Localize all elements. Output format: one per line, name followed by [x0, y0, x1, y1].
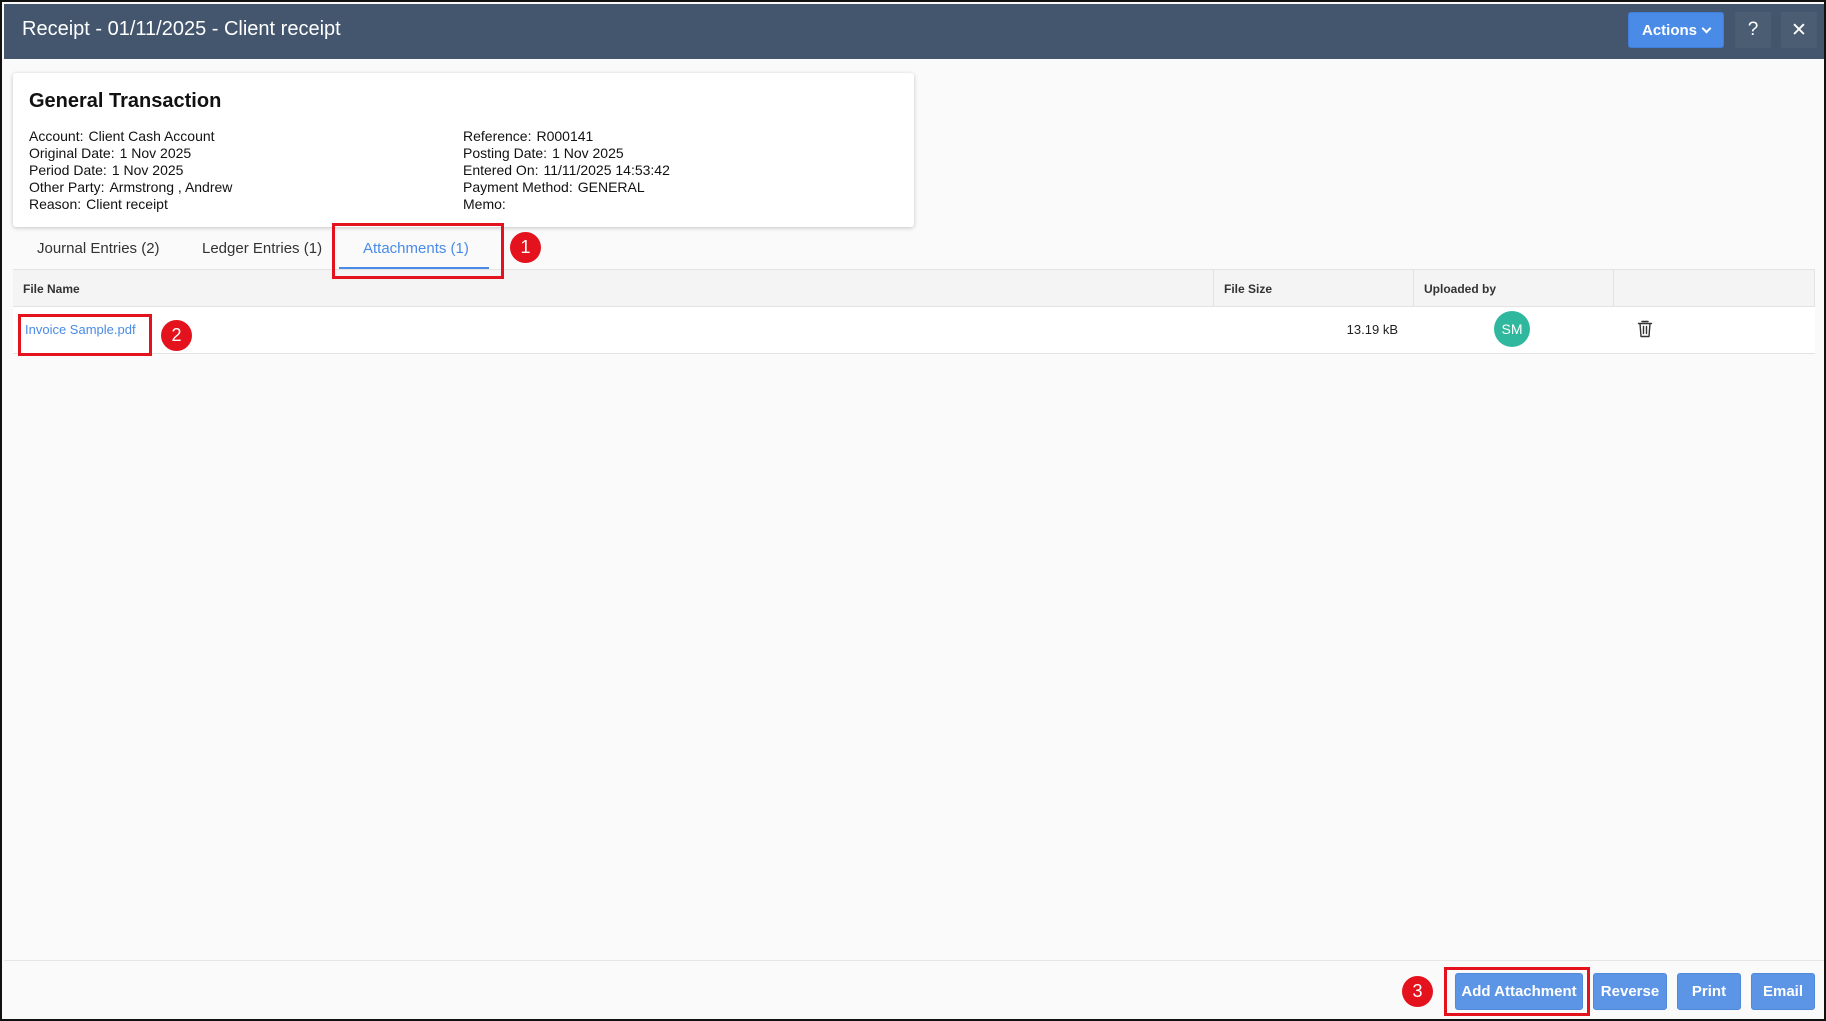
highlight-box-attachments-tab [332, 223, 504, 279]
detail-value: GENERAL [577, 179, 645, 195]
table-row: Invoice Sample.pdf 13.19 kB SM [13, 307, 1815, 354]
card-title: General Transaction [29, 90, 222, 112]
detail-value: 11/11/2025 14:53:42 [543, 162, 670, 178]
detail-label: Period Date: [29, 162, 107, 178]
detail-value: Armstrong , Andrew [109, 179, 233, 195]
transaction-summary-card: General Transaction Account: Client Cash … [13, 73, 914, 227]
detail-label: Reference: [463, 128, 532, 144]
actions-dropdown-button[interactable]: Actions [1628, 12, 1724, 48]
detail-original-date: Original Date: 1 Nov 2025 [29, 145, 232, 162]
detail-label: Memo: [463, 196, 506, 212]
column-header-file-size[interactable]: File Size [1214, 270, 1414, 308]
column-header-uploaded-by[interactable]: Uploaded by [1414, 270, 1614, 308]
print-button[interactable]: Print [1677, 973, 1741, 1010]
attachment-file-size: 13.19 kB [1346, 322, 1398, 337]
detail-label: Account: [29, 128, 84, 144]
detail-value: 1 Nov 2025 [119, 145, 192, 161]
detail-payment-method: Payment Method: GENERAL [463, 179, 670, 196]
detail-reference: Reference: R000141 [463, 128, 670, 145]
details-left-column: Account: Client Cash Account Original Dat… [29, 128, 232, 213]
email-button[interactable]: Email [1751, 973, 1815, 1010]
avatar-initials: SM [1501, 321, 1523, 337]
close-button[interactable]: ✕ [1781, 12, 1817, 48]
detail-value: 1 Nov 2025 [552, 145, 624, 161]
actions-label: Actions [1641, 21, 1697, 39]
detail-other-party: Other Party: Armstrong , Andrew [29, 179, 232, 196]
highlight-box-file-link [18, 314, 152, 356]
avatar: SM [1494, 311, 1530, 347]
tab-ledger-entries[interactable]: Ledger Entries (1) [202, 240, 322, 257]
callout-badge-3: 3 [1402, 976, 1433, 1007]
highlight-box-add-attachment [1444, 967, 1590, 1016]
dialog-frame: Receipt - 01/11/2025 - Client receipt Ac… [0, 0, 1826, 1021]
reverse-button[interactable]: Reverse [1593, 973, 1667, 1010]
detail-value: 1 Nov 2025 [111, 162, 184, 178]
column-header-file-name[interactable]: File Name [13, 270, 1214, 308]
footer-divider [4, 960, 1824, 961]
callout-badge-2: 2 [161, 320, 192, 351]
attachments-table: File Name File Size Uploaded by Invoice … [13, 269, 1815, 354]
detail-label: Original Date: [29, 145, 115, 161]
callout-badge-1: 1 [510, 232, 541, 263]
chevron-down-icon [1701, 23, 1712, 33]
title-bar: Receipt - 01/11/2025 - Client receipt Ac… [4, 4, 1824, 59]
details-right-column: Reference: R000141 Posting Date: 1 Nov 202… [463, 128, 670, 213]
detail-account: Account: Client Cash Account [29, 128, 232, 145]
column-header-actions [1614, 270, 1815, 308]
help-icon: ? [1747, 19, 1759, 40]
detail-value: Client Cash Account [88, 128, 215, 144]
dialog-title: Receipt - 01/11/2025 - Client receipt [22, 18, 341, 40]
detail-value: R000141 [536, 128, 594, 144]
help-button[interactable]: ? [1735, 12, 1771, 48]
detail-period-date: Period Date: 1 Nov 2025 [29, 162, 232, 179]
detail-entered-on: Entered On: 11/11/2025 14:53:42 [463, 162, 670, 179]
detail-label: Entered On: [463, 162, 539, 178]
detail-value: Client receipt [86, 196, 168, 212]
table-header: File Name File Size Uploaded by [13, 269, 1815, 308]
detail-memo: Memo: [463, 196, 670, 213]
trash-icon[interactable] [1637, 320, 1653, 338]
detail-label: Payment Method: [463, 179, 573, 195]
tab-journal-entries[interactable]: Journal Entries (2) [37, 240, 160, 257]
detail-reason: Reason: Client receipt [29, 196, 232, 213]
detail-label: Reason: [29, 196, 82, 212]
detail-label: Other Party: [29, 179, 105, 195]
detail-posting-date: Posting Date: 1 Nov 2025 [463, 145, 670, 162]
close-icon: ✕ [1791, 19, 1807, 41]
detail-label: Posting Date: [463, 145, 548, 161]
